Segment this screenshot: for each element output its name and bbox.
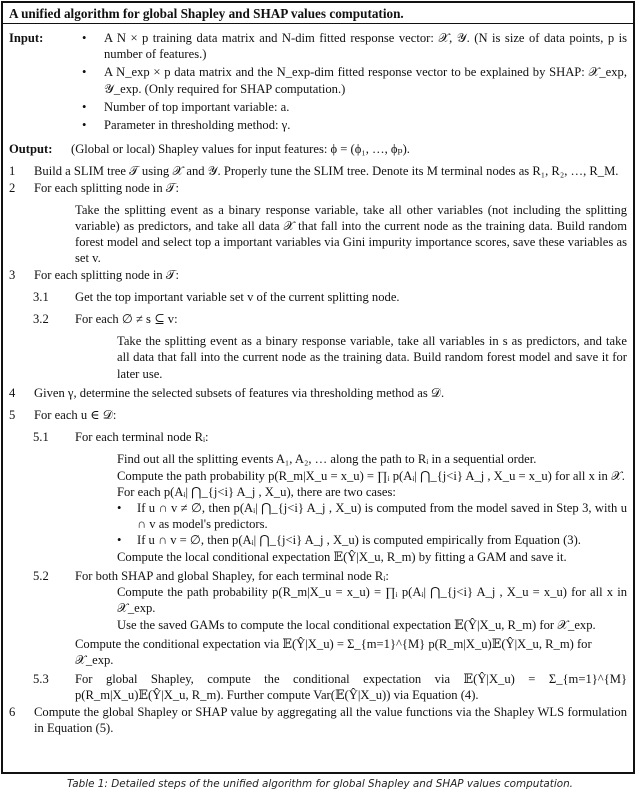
step-text: For each ∅ ≠ s ⊆ v: (75, 312, 178, 327)
step-text: For each splitting node in 𝒯: (34, 180, 180, 195)
step-2-detail: Take the splitting event as a binary res… (75, 202, 627, 266)
algorithm-box: A unified algorithm for global Shapley a… (1, 1, 635, 774)
step-text: For each u ∈ 𝒟: (34, 408, 117, 423)
input-item: Parameter in thresholding method: γ. (71, 117, 627, 133)
step-3-2: 3.2 For each ∅ ≠ s ⊆ v: (3, 311, 633, 327)
step-text: Build a SLIM tree 𝒯 using 𝒳 and 𝒴. Prope… (34, 164, 619, 179)
output-label: Output: (9, 142, 53, 157)
output-section: Output: (Global or local) Shapley values… (3, 141, 633, 157)
input-label: Input: (9, 31, 44, 45)
step-5-1-line: Find out all the splitting events A₁, A₂… (117, 452, 537, 467)
step-text: Given γ, determine the selected subsets … (34, 385, 445, 400)
step-5-2-line: Compute the path probability p(R_m|X_u =… (117, 585, 627, 616)
step-4: 4 Given γ, determine the selected subset… (3, 385, 633, 401)
input-item: Number of top important variable: a. (71, 99, 627, 115)
step-3-1: 3.1 Get the top important variable set v… (3, 289, 633, 305)
step-number: 5.2 (33, 568, 49, 583)
step-3: 3 For each splitting node in 𝒯: (3, 267, 633, 283)
step-text: Get the top important variable set v of … (75, 289, 400, 304)
algorithm-title: A unified algorithm for global Shapley a… (3, 3, 633, 24)
step-6: 6 Compute the global Shapley or SHAP val… (3, 704, 633, 736)
step-number: 3 (9, 267, 16, 282)
input-section: Input: A N × p training data matrix and … (3, 30, 633, 135)
input-item: A N_exp × p data matrix and the N_exp-di… (71, 64, 627, 96)
step-number: 4 (9, 385, 16, 400)
step-5-2-line: Compute the conditional expectation via … (75, 636, 592, 667)
step-number: 5.3 (33, 672, 49, 687)
step-text: For each splitting node in 𝒯: (34, 267, 180, 282)
step-number: 1 (9, 164, 16, 179)
step-text: For global Shapley, compute the conditio… (75, 672, 627, 703)
step-number: 3.1 (33, 289, 49, 304)
step-text: Compute the global Shapley or SHAP value… (34, 704, 627, 735)
step-text: For each terminal node Rᵢ: (75, 430, 209, 445)
step-number: 6 (9, 704, 16, 719)
case-item: If u ∩ v ≠ ∅, then p(Aᵢ| ⋂_{j<i} A_j , X… (113, 500, 627, 532)
step-number: 5 (9, 408, 16, 423)
step-5-2-line: Use the saved GAMs to compute the local … (117, 617, 596, 632)
step-1: 1 Build a SLIM tree 𝒯 using 𝒳 and 𝒴. Pro… (3, 163, 633, 179)
step-2: 2 For each splitting node in 𝒯: (3, 180, 633, 196)
step-3-2-detail: Take the splitting event as a binary res… (117, 334, 627, 381)
case-item: If u ∩ v = ∅, then p(Aᵢ| ⋂_{j<i} A_j , X… (113, 532, 627, 548)
step-5-1-line: Compute the local conditional expectatio… (117, 549, 567, 564)
step-5: 5 For each u ∈ 𝒟: (3, 407, 633, 423)
step-5-2: 5.2 For both SHAP and global Shapley, fo… (3, 568, 633, 584)
step-number: 3.2 (33, 312, 49, 327)
step-5-1: 5.1 For each terminal node Rᵢ: (3, 429, 633, 445)
step-5-1-line: Compute the path probability p(R_m|X_u =… (117, 468, 625, 483)
step-5-3: 5.3 For global Shapley, compute the cond… (3, 671, 633, 703)
table-caption: Table 1: Detailed steps of the unified a… (66, 778, 573, 790)
step-text: For both SHAP and global Shapley, for ea… (75, 568, 389, 583)
step-number: 5.1 (33, 430, 49, 445)
step-5-1-line: For each p(Aᵢ| ⋂_{j<i} A_j , X_u), there… (117, 484, 396, 499)
step-number: 2 (9, 180, 16, 195)
output-text: (Global or local) Shapley values for inp… (71, 142, 410, 157)
input-item: A N × p training data matrix and N-dim f… (71, 30, 627, 62)
